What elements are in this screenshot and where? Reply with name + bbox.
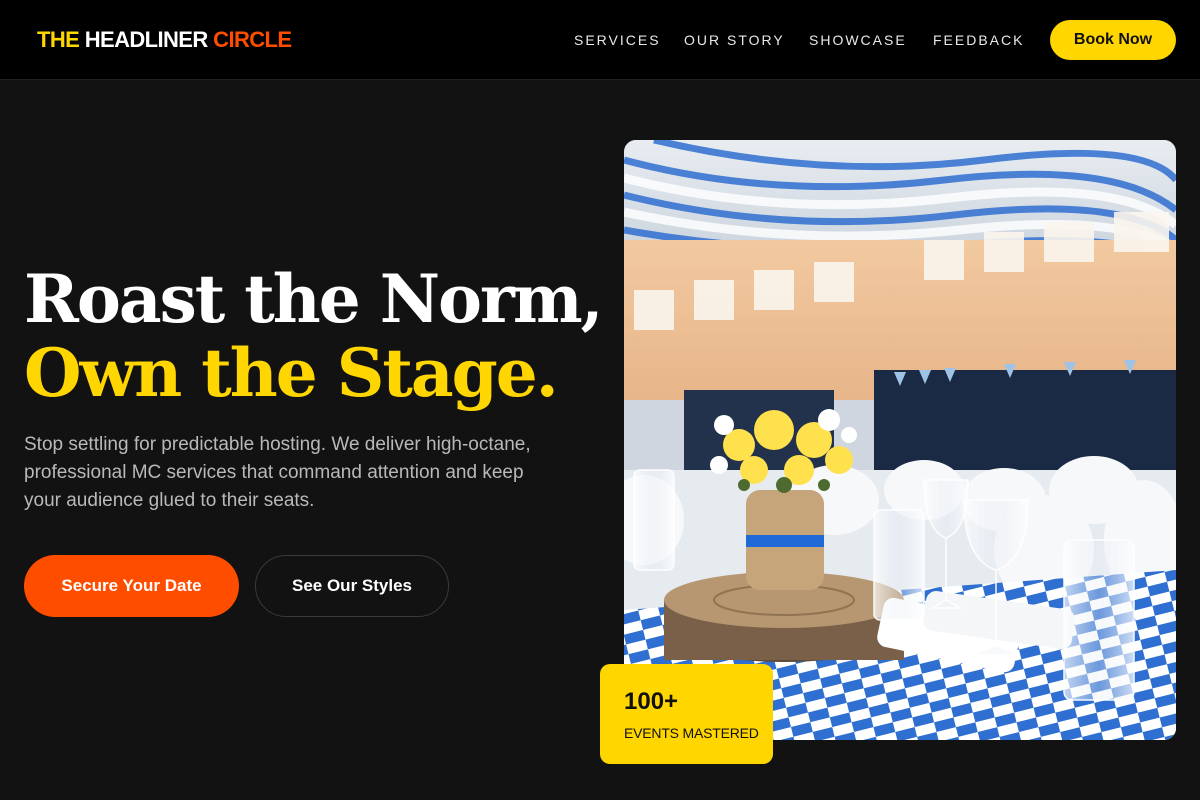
logo-word-headliner: HEADLINER [84,27,209,52]
hero-subtext: Stop settling for predictable hosting. W… [24,434,531,511]
hero-headline: Roast the Norm, Own the Stage. [24,260,604,412]
nav-link-feedback[interactable]: FEEDBACK [933,30,1024,50]
banquet-hall-photo-icon [624,140,1176,740]
logo-word-circle: CIRCLE [213,27,292,52]
nav-link-services[interactable]: SERVICES [574,30,661,50]
secure-date-button[interactable]: Secure Your Date [24,555,239,617]
stat-number: 100+ [624,688,679,715]
logo-word-the: THE [37,27,80,52]
events-stat-badge: 100+ EVENTS MASTERED [600,664,773,764]
see-styles-button[interactable]: See Our Styles [255,555,449,617]
headline-line-2: Own the Stage. [24,334,559,412]
stat-label: EVENTS MASTERED [624,725,759,741]
site-logo[interactable]: THE HEADLINER CIRCLE [37,27,292,53]
headline-line-1: Roast the Norm, [24,260,604,338]
site-header: THE HEADLINER CIRCLE SERVICES OUR STORY … [0,0,1200,80]
nav-link-showcase[interactable]: SHOWCASE [809,30,907,50]
nav-link-our-story[interactable]: OUR STORY [684,30,785,50]
book-now-button[interactable]: Book Now [1050,20,1176,60]
banquet-hall-image [624,140,1176,740]
